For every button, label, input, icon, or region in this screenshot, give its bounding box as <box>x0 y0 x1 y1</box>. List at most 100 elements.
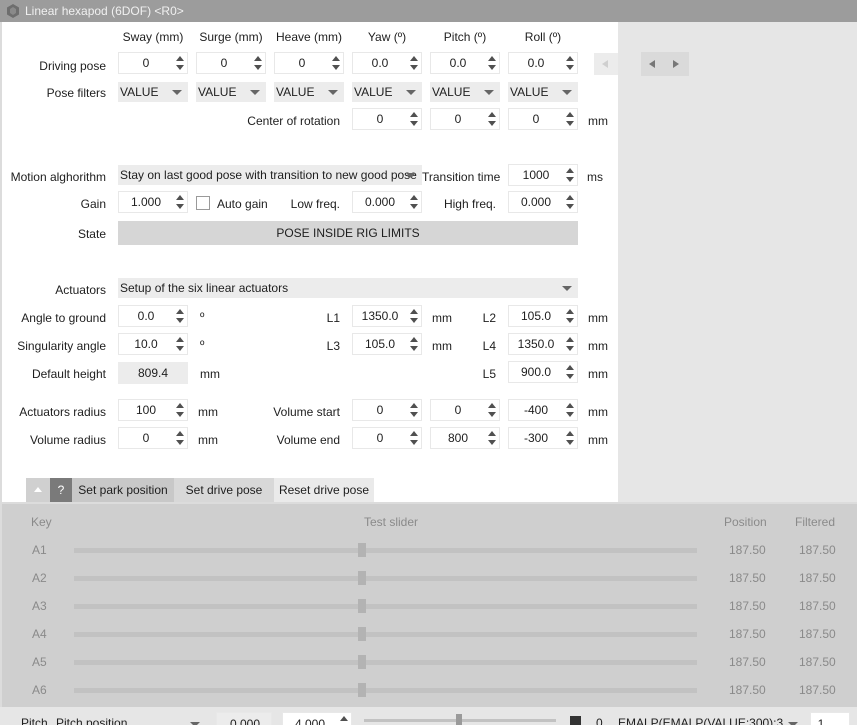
spinner-arrows-icon[interactable] <box>563 400 577 420</box>
spinner-arrows-icon[interactable] <box>337 713 351 725</box>
test-slider-track[interactable] <box>74 604 697 609</box>
auto-gain-checkbox[interactable] <box>196 196 210 210</box>
volume-end-x-input[interactable]: 0 <box>352 427 422 449</box>
volume-radius-input[interactable]: 0 <box>118 427 188 449</box>
spinner-arrows-icon[interactable] <box>407 306 421 326</box>
low-freq-input[interactable]: 0.000 <box>352 191 422 213</box>
driving-pose-heave-input[interactable]: 0 <box>274 52 344 74</box>
actuators-radius-input[interactable]: 100 <box>118 399 188 421</box>
volume-end-z-input[interactable]: -300 <box>508 427 578 449</box>
spinner-arrows-icon[interactable] <box>485 428 499 448</box>
spinner-arrows-icon[interactable] <box>563 109 577 129</box>
row-position: 187.50 <box>729 655 766 669</box>
spinner-arrows-icon[interactable] <box>407 334 421 354</box>
high-freq-input[interactable]: 0.000 <box>508 191 578 213</box>
test-slider-track[interactable] <box>74 576 697 581</box>
mapping-slider-thumb[interactable] <box>456 714 462 725</box>
driving-pose-sway-input[interactable]: 0 <box>118 52 188 74</box>
volume-end-y-input[interactable]: 800 <box>430 427 500 449</box>
arrow-right-icon[interactable] <box>673 60 679 68</box>
spinner-arrows-icon[interactable] <box>407 53 421 73</box>
test-slider-track[interactable] <box>74 660 697 665</box>
driving-pose-surge-input[interactable]: 0 <box>196 52 266 74</box>
spinner-arrows-icon[interactable] <box>407 192 421 212</box>
row-filtered: 187.50 <box>799 627 836 641</box>
spinner-arrows-icon[interactable] <box>329 53 343 73</box>
pose-filter-sway-select[interactable]: VALUE <box>118 82 188 102</box>
l5-input[interactable]: 900.0 <box>508 361 578 383</box>
test-slider-track[interactable] <box>74 632 697 637</box>
spinner-arrows-icon[interactable] <box>563 53 577 73</box>
center-of-rotation-z-input[interactable]: 0 <box>508 108 578 130</box>
spinner-arrows-icon[interactable] <box>563 192 577 212</box>
test-slider-thumb[interactable] <box>357 599 366 613</box>
mapping-formula-select[interactable]: EMALP(EMALP(VALUE;300);3 <box>616 712 804 725</box>
spinner-arrows-icon[interactable] <box>173 428 187 448</box>
spinner-arrows-icon[interactable] <box>563 306 577 326</box>
spinner-arrows-icon[interactable] <box>485 400 499 420</box>
spinner-arrows-icon[interactable] <box>485 53 499 73</box>
reset-drive-pose-button[interactable]: Reset drive pose <box>274 478 374 502</box>
spinner-arrows-icon[interactable] <box>485 109 499 129</box>
help-button[interactable]: ? <box>50 478 72 502</box>
column-header-position: Position <box>724 515 767 529</box>
spinner-arrows-icon[interactable] <box>563 428 577 448</box>
motion-algorithm-select[interactable]: Stay on last good pose with transition t… <box>118 165 422 185</box>
set-park-position-button[interactable]: Set park position <box>72 478 174 502</box>
spinner-arrows-icon[interactable] <box>173 400 187 420</box>
spinner-arrows-icon[interactable] <box>407 109 421 129</box>
spinner-arrows-icon[interactable] <box>173 192 187 212</box>
angle-to-ground-input[interactable]: 0.0 <box>118 305 188 327</box>
volume-start-y-input[interactable]: 0 <box>430 399 500 421</box>
pose-filter-yaw-select[interactable]: VALUE <box>352 82 422 102</box>
stop-icon[interactable] <box>570 716 581 725</box>
spinner-arrows-icon[interactable] <box>407 428 421 448</box>
collapse-button[interactable] <box>26 478 50 502</box>
mapping-extra-input[interactable]: 1 <box>810 712 850 725</box>
gain-input[interactable]: 1.000 <box>118 191 188 213</box>
chevron-down-icon <box>250 90 260 95</box>
set-drive-pose-button[interactable]: Set drive pose <box>174 478 274 502</box>
singularity-angle-input[interactable]: 10.0 <box>118 333 188 355</box>
arrow-left-icon[interactable] <box>649 60 655 68</box>
driving-pose-roll-input[interactable]: 0.0 <box>508 52 578 74</box>
prev-button[interactable] <box>594 53 618 75</box>
test-slider-thumb[interactable] <box>357 543 366 557</box>
volume-start-x-input[interactable]: 0 <box>352 399 422 421</box>
pose-filter-heave-select[interactable]: VALUE <box>274 82 344 102</box>
l1-input[interactable]: 1350.0 <box>352 305 422 327</box>
mapping-max-input[interactable]: 4.000 <box>282 712 352 725</box>
center-of-rotation-x-input[interactable]: 0 <box>352 108 422 130</box>
test-slider-thumb[interactable] <box>357 627 366 641</box>
spinner-arrows-icon[interactable] <box>173 306 187 326</box>
actuators-select[interactable]: Setup of the six linear actuators <box>118 278 578 298</box>
driving-pose-pitch-input[interactable]: 0.0 <box>430 52 500 74</box>
driving-pose-yaw-input[interactable]: 0.0 <box>352 52 422 74</box>
l4-input[interactable]: 1350.0 <box>508 333 578 355</box>
mapping-source-select[interactable]: Pitch position <box>54 712 206 725</box>
center-of-rotation-y-input[interactable]: 0 <box>430 108 500 130</box>
test-slider-thumb[interactable] <box>357 683 366 697</box>
spinner-arrows-icon[interactable] <box>251 53 265 73</box>
mapping-min-input[interactable]: 0.000 <box>216 712 272 725</box>
test-slider-track[interactable] <box>74 688 697 693</box>
config-panel: Sway (mm) Surge (mm) Heave (mm) Yaw (º) … <box>2 22 618 502</box>
pose-filter-pitch-select[interactable]: VALUE <box>430 82 500 102</box>
l2-input[interactable]: 105.0 <box>508 305 578 327</box>
spinner-arrows-icon[interactable] <box>563 362 577 382</box>
test-slider-thumb[interactable] <box>357 571 366 585</box>
test-slider-thumb[interactable] <box>357 655 366 669</box>
volume-end-unit: mm <box>588 433 608 447</box>
l3-input[interactable]: 105.0 <box>352 333 422 355</box>
pose-filter-roll-select[interactable]: VALUE <box>508 82 578 102</box>
spinner-arrows-icon[interactable] <box>563 165 577 185</box>
spinner-arrows-icon[interactable] <box>407 400 421 420</box>
volume-start-z-input[interactable]: -400 <box>508 399 578 421</box>
spinner-arrows-icon[interactable] <box>173 53 187 73</box>
pose-filter-surge-select[interactable]: VALUE <box>196 82 266 102</box>
transition-time-input[interactable]: 1000 <box>508 164 578 186</box>
l1-unit: mm <box>432 311 452 325</box>
spinner-arrows-icon[interactable] <box>563 334 577 354</box>
test-slider-track[interactable] <box>74 548 697 553</box>
spinner-arrows-icon[interactable] <box>173 334 187 354</box>
